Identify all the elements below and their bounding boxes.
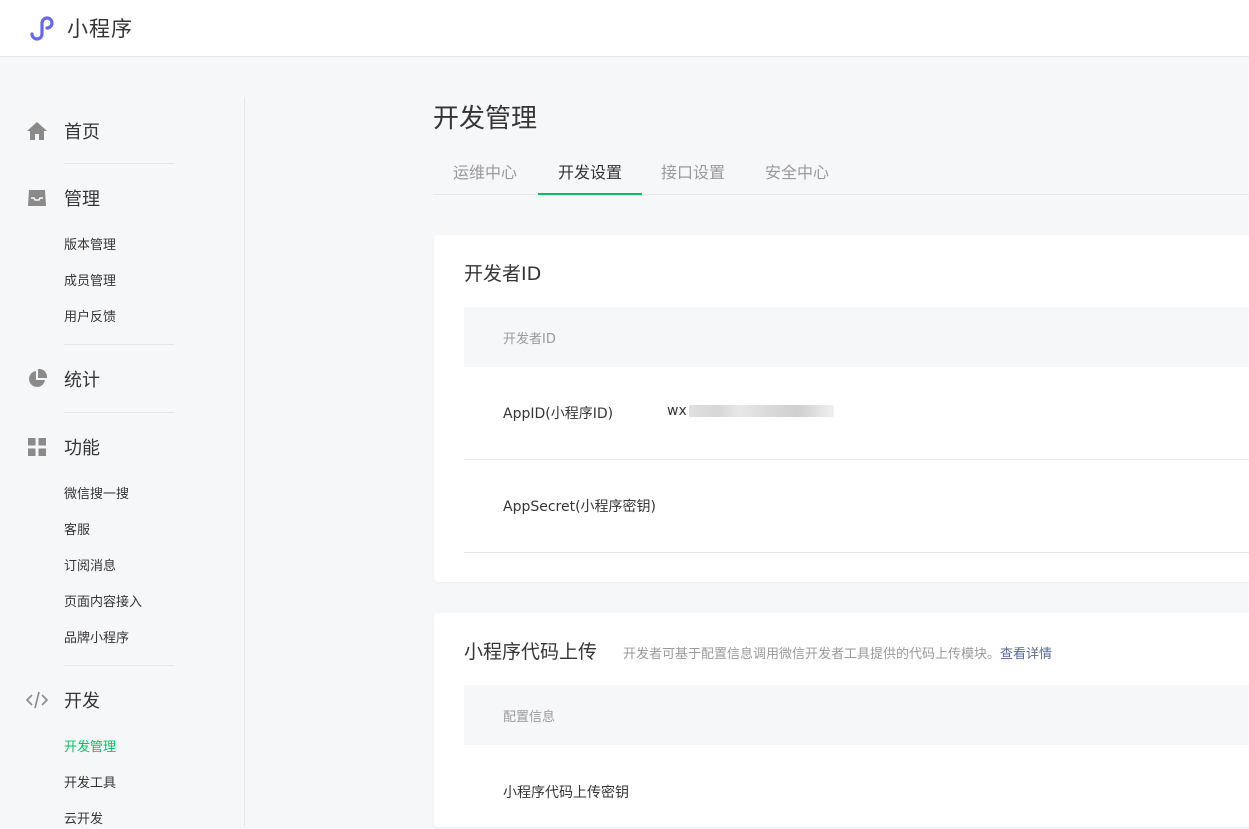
table-row-upload-key: 小程序代码上传密钥 [464,745,1249,827]
table-row-appid: AppID(小程序ID) wx [464,367,1249,460]
row-label: AppID(小程序ID) [503,406,614,422]
sidebar-subitem-members[interactable]: 成员管理 [64,273,116,291]
page-title: 开发管理 [433,104,538,134]
appid-value[interactable]: wx [667,403,834,419]
table-row-appsecret: AppSecret(小程序密钥) [464,460,1249,553]
sidebar-divider [64,665,174,666]
app-title[interactable]: 小程序 [67,13,133,43]
sidebar-subitem-page-content[interactable]: 页面内容接入 [64,594,142,612]
sidebar-subitem-cloud-dev[interactable]: 云开发 [64,811,103,829]
top-header: 小程序 [0,0,1249,57]
code-icon [25,688,49,712]
sidebar-item-label: 首页 [64,122,100,143]
sidebar-divider [64,412,174,413]
sidebar-item-stats[interactable]: 统计 [25,366,100,392]
card-title: 小程序代码上传 [464,641,598,663]
inbox-icon [25,186,49,210]
sidebar-item-manage[interactable]: 管理 [25,185,100,211]
sidebar-item-label: 功能 [64,438,100,459]
description-text: 开发者可基于配置信息调用微信开发者工具提供的代码上传模块。 [623,647,1001,662]
sidebar-item-label: 管理 [64,189,100,210]
sidebar-item-features[interactable]: 功能 [25,434,100,460]
card-description: 开发者可基于配置信息调用微信开发者工具提供的代码上传模块。查看详情 [623,643,1052,662]
sidebar-subitem-version[interactable]: 版本管理 [64,237,116,255]
sidebar-subitem-brand-miniprogram[interactable]: 品牌小程序 [64,630,129,648]
miniprogram-logo-icon[interactable] [27,12,59,44]
code-upload-card: 小程序代码上传 开发者可基于配置信息调用微信开发者工具提供的代码上传模块。查看详… [434,613,1249,827]
sidebar-item-develop[interactable]: 开发 [25,687,100,713]
tab-ops-center[interactable]: 运维中心 [433,153,537,195]
sidebar-subitem-feedback[interactable]: 用户反馈 [64,309,116,327]
home-icon [25,119,49,143]
sidebar-item-home[interactable]: 首页 [25,118,100,144]
sidebar-subitem-dev-manage[interactable]: 开发管理 [64,739,116,757]
sidebar: 首页 管理 版本管理 成员管理 用户反馈 统计 功能 微信搜一搜 客服 订阅消息… [0,97,245,827]
table-header-label: 开发者ID [503,332,556,347]
sidebar-subitem-subscribe-message[interactable]: 订阅消息 [64,558,116,576]
sidebar-item-label: 开发 [64,691,100,712]
sidebar-divider [64,344,174,345]
developer-id-card: 开发者ID 开发者ID AppID(小程序ID) wx AppSecret(小程… [434,235,1249,582]
card-title: 开发者ID [464,263,542,285]
row-label: 小程序代码上传密钥 [503,785,629,801]
tab-api-settings[interactable]: 接口设置 [641,153,745,195]
appid-redacted [688,405,834,417]
sidebar-subitem-dev-tools[interactable]: 开发工具 [64,775,116,793]
pie-chart-icon [25,367,49,391]
tab-bar: 运维中心 开发设置 接口设置 安全中心 [433,153,1249,195]
table-header-label: 配置信息 [503,710,556,725]
sidebar-subitem-customer-service[interactable]: 客服 [64,522,90,540]
tab-security-center[interactable]: 安全中心 [745,153,849,195]
sidebar-subitem-wechat-search[interactable]: 微信搜一搜 [64,486,129,504]
sidebar-item-label: 统计 [64,370,100,391]
tab-dev-settings[interactable]: 开发设置 [538,153,642,195]
appid-prefix: wx [667,403,687,419]
sidebar-divider [64,163,174,164]
view-details-link[interactable]: 查看详情 [1000,647,1052,662]
row-label: AppSecret(小程序密钥) [503,499,657,515]
grid-icon [25,435,49,459]
table-header: 开发者ID [464,307,1249,367]
table-header: 配置信息 [464,685,1249,745]
